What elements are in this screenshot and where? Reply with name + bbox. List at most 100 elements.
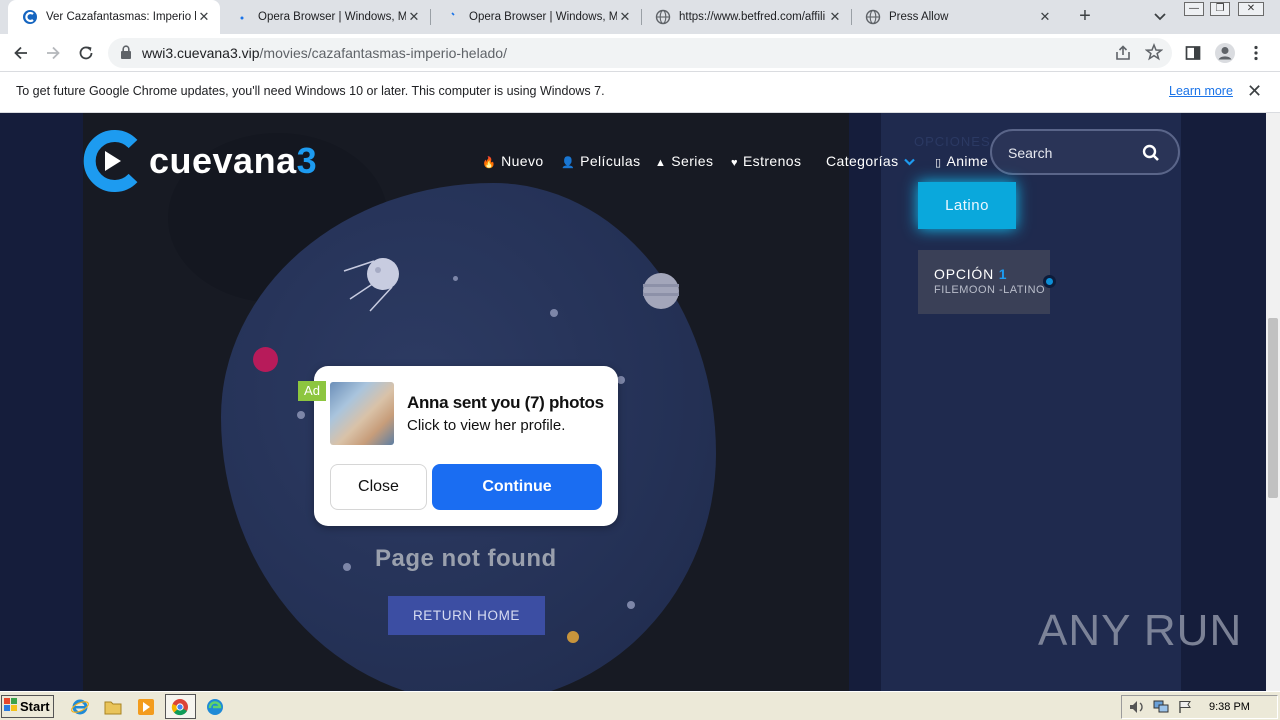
logo-text: cuevana3 [149,140,317,182]
option-indicator-dot [1043,275,1056,288]
search-icon[interactable] [1142,144,1160,167]
volume-icon[interactable] [1126,696,1148,718]
tab-opera-2[interactable]: Opera Browser | Windows, Ma ✕ [431,0,641,34]
nav-categorias[interactable]: Categorías [826,153,916,169]
tab-close-icon[interactable]: ✕ [617,9,633,25]
scrollbar-thumb[interactable] [1268,318,1278,498]
media-player-icon[interactable] [135,696,157,718]
lock-icon[interactable] [120,45,132,65]
return-home-button[interactable]: RETURN HOME [388,596,545,635]
chevron-down-icon [904,153,916,169]
tab-title: Ver Cazafantasmas: Imperio h [46,11,196,23]
reload-icon[interactable] [74,41,98,65]
tab-press-allow[interactable]: Press Allow ✕ [851,0,1061,34]
page-not-found-heading: Page not found [375,545,557,572]
anyrun-watermark: ANY RUN [1038,606,1243,655]
red-planet-icon [253,347,278,372]
logo-number: 3 [296,140,318,181]
tab-search-chevron-icon[interactable] [1150,8,1170,26]
ad-headline[interactable]: Anna sent you (7) photos [407,393,604,413]
share-icon[interactable] [1114,44,1132,67]
chrome-icon[interactable] [169,696,191,718]
nav-anime[interactable]: ▯ Anime [935,153,988,169]
ad-close-button[interactable]: Close [330,464,427,510]
site-search-input[interactable]: Search [990,129,1180,175]
nav-series[interactable]: ▲ Series [655,153,713,169]
tab-close-icon[interactable]: ✕ [827,9,843,25]
ad-subtext[interactable]: Click to view her profile. [407,417,565,434]
nav-peliculas[interactable]: 👤 Películas [561,153,641,169]
star-dot [550,309,558,317]
ad-popup[interactable]: Anna sent you (7) photos Click to view h… [314,366,618,526]
tab-close-icon[interactable]: ✕ [406,9,422,25]
tab-close-icon[interactable]: ✕ [1037,9,1053,25]
address-bar[interactable]: wwi3.cuevana3.vip/movies/cazafantasmas-i… [108,38,1172,68]
tab-opera-1[interactable]: Opera Browser | Windows, Ma ✕ [220,0,430,34]
profile-avatar-icon[interactable] [1213,41,1237,65]
tab-strip: Ver Cazafantasmas: Imperio h ✕ Opera Bro… [0,0,1280,34]
option-number: 1 [998,266,1008,282]
person-icon: 👤 [561,157,576,169]
file-explorer-icon[interactable] [102,696,124,718]
network-icon[interactable] [1150,696,1172,718]
nav-label: Películas [580,153,641,169]
url-path: /movies/cazafantasmas-imperio-helado/ [259,45,507,61]
start-button[interactable]: Start [1,695,54,718]
menu-kebab-icon[interactable] [1244,41,1268,65]
page-scrollbar[interactable] [1266,113,1280,691]
cuevana-logo[interactable]: cuevana3 [83,130,333,192]
tab-title: Opera Browser | Windows, Ma [258,11,406,23]
globe-icon [865,9,881,25]
option-subtitle: FILEMOON -LATINO [934,284,1046,296]
new-tab-button[interactable]: + [1073,5,1097,29]
internet-explorer-icon[interactable] [69,696,91,718]
orange-planet-icon [567,631,579,643]
satellite-icon [343,258,399,312]
bookmark-star-icon[interactable] [1144,42,1164,66]
ad-badge: Ad [298,381,326,401]
tab-cuevana[interactable]: Ver Cazafantasmas: Imperio h ✕ [8,0,220,34]
box-icon: ▯ [935,157,942,169]
windows-logo-icon [4,698,18,715]
minimize-button[interactable]: — [1184,2,1204,16]
language-latino-button[interactable]: Latino [918,182,1016,229]
nav-label: Nuevo [501,153,544,169]
star-dot [617,376,625,384]
ad-thumbnail-image[interactable] [330,382,394,445]
url-text: wwi3.cuevana3.vip/movies/cazafantasmas-i… [142,45,507,61]
loading-dot-icon [445,9,461,25]
tab-close-icon[interactable]: ✕ [196,9,212,25]
edge-icon[interactable] [204,696,226,718]
forward-arrow-icon[interactable] [41,41,65,65]
nav-label: Anime [946,153,989,169]
option-word: OPCIÓN [934,266,995,282]
search-placeholder: Search [1008,145,1053,161]
back-arrow-icon[interactable] [9,41,33,65]
heart-icon: ♥ [731,157,738,169]
nav-estrenos[interactable]: ♥ Estrenos [731,153,801,169]
tab-title: Press Allow [889,11,949,23]
restore-button[interactable]: ❐ [1210,2,1230,16]
side-panel-icon[interactable] [1181,41,1205,65]
tab-betfred[interactable]: https://www.betfred.com/affili ✕ [641,0,851,34]
cuevana-icon [22,9,38,25]
nav-label: Categorías [826,153,899,169]
star-dot [453,276,458,281]
update-infobar: To get future Google Chrome updates, you… [0,72,1280,113]
infobar-close-icon[interactable]: ✕ [1247,81,1262,102]
nav-label: Series [671,153,714,169]
nav-label: Estrenos [742,153,802,169]
option-label: OPCIÓN 1 [934,266,1007,282]
window-close-button[interactable]: ✕ [1238,2,1264,16]
star-dot [343,563,351,571]
options-heading: OPCIONES [914,134,991,149]
flame-icon: 🔥 [482,157,497,169]
player-option-1[interactable]: OPCIÓN 1 FILEMOON -LATINO [918,250,1050,314]
windows-taskbar: Start 9:38 PM [0,691,1280,720]
ad-continue-button[interactable]: Continue [432,464,602,510]
action-center-flag-icon[interactable] [1174,696,1196,718]
loading-dot-icon [234,9,250,25]
learn-more-link[interactable]: Learn more [1169,84,1233,98]
nav-nuevo[interactable]: 🔥 Nuevo [482,153,544,169]
infobar-message: To get future Google Chrome updates, you… [16,84,605,98]
